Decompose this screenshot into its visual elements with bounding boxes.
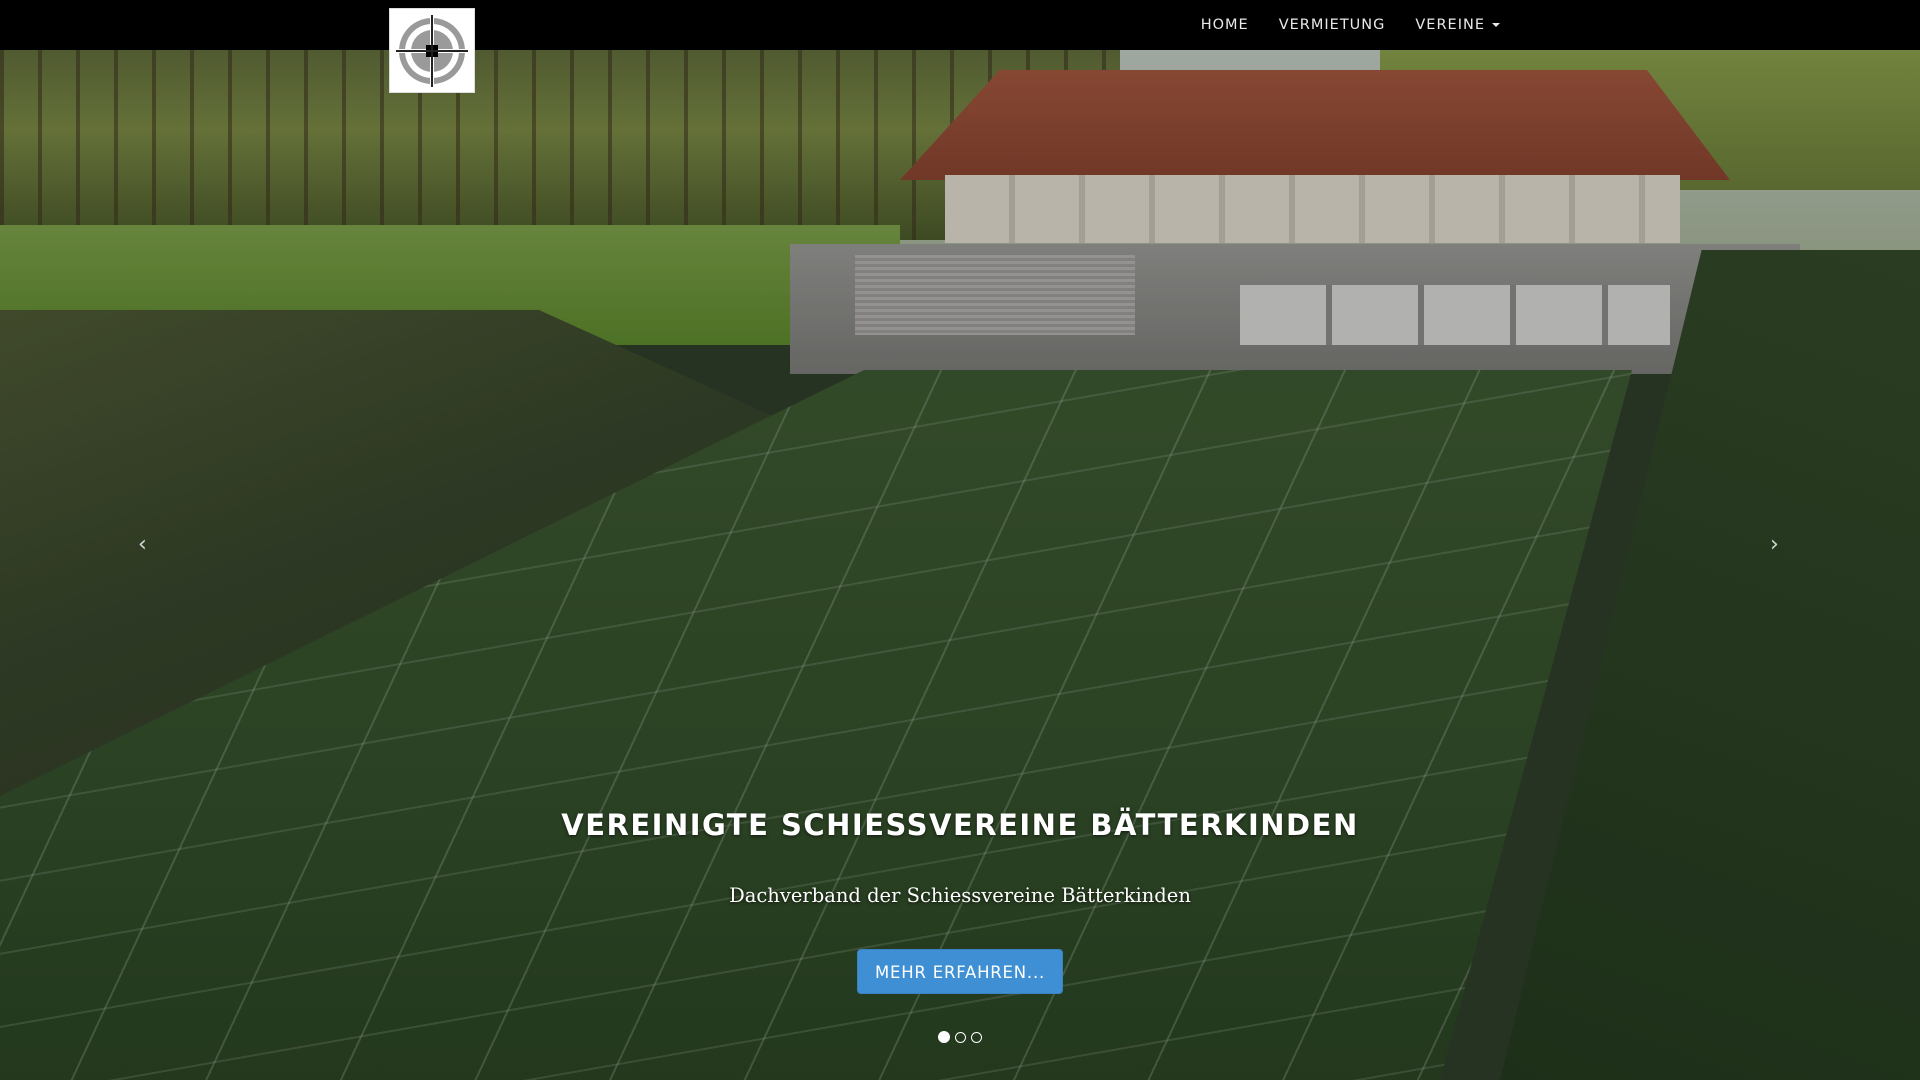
nav-vereine-dropdown[interactable]: VEREINE	[1400, 0, 1515, 50]
caret-down-icon	[1492, 23, 1500, 27]
nav-vermietung[interactable]: VERMIETUNG	[1264, 0, 1401, 50]
image-overlay	[0, 0, 1920, 1080]
nav-home-label: HOME	[1200, 17, 1249, 33]
nav-vermietung-label: VERMIETUNG	[1278, 17, 1386, 33]
carousel-indicator-1[interactable]	[938, 1031, 950, 1043]
hero-background-image	[0, 0, 1920, 1080]
nav-menu: HOME VERMIETUNG VEREINE	[1186, 0, 1515, 50]
mehr-erfahren-button[interactable]: MEHR ERFAHREN...	[856, 949, 1064, 994]
carousel-prev-chevron-left-icon[interactable]: ‹	[138, 532, 147, 557]
cta-container: MEHR ERFAHREN...	[0, 949, 1920, 994]
carousel-indicators	[0, 1031, 1920, 1043]
carousel-indicator-2[interactable]	[955, 1032, 966, 1043]
carousel-caption-title: VEREINIGTE SCHIESSVEREINE BÄTTERKINDEN	[561, 808, 1359, 842]
target-crosshair-logo-icon	[396, 14, 468, 87]
carousel-caption-subtitle: Dachverband der Schiessvereine Bätterkin…	[729, 884, 1191, 907]
nav-vereine-label: VEREINE	[1415, 17, 1485, 33]
nav-home[interactable]: HOME	[1186, 0, 1264, 50]
carousel-indicator-3[interactable]	[971, 1032, 982, 1043]
navbar: HOME VERMIETUNG VEREINE	[0, 0, 1920, 50]
carousel-next-chevron-right-icon[interactable]: ›	[1770, 532, 1779, 557]
brand-logo-link[interactable]	[389, 8, 475, 93]
